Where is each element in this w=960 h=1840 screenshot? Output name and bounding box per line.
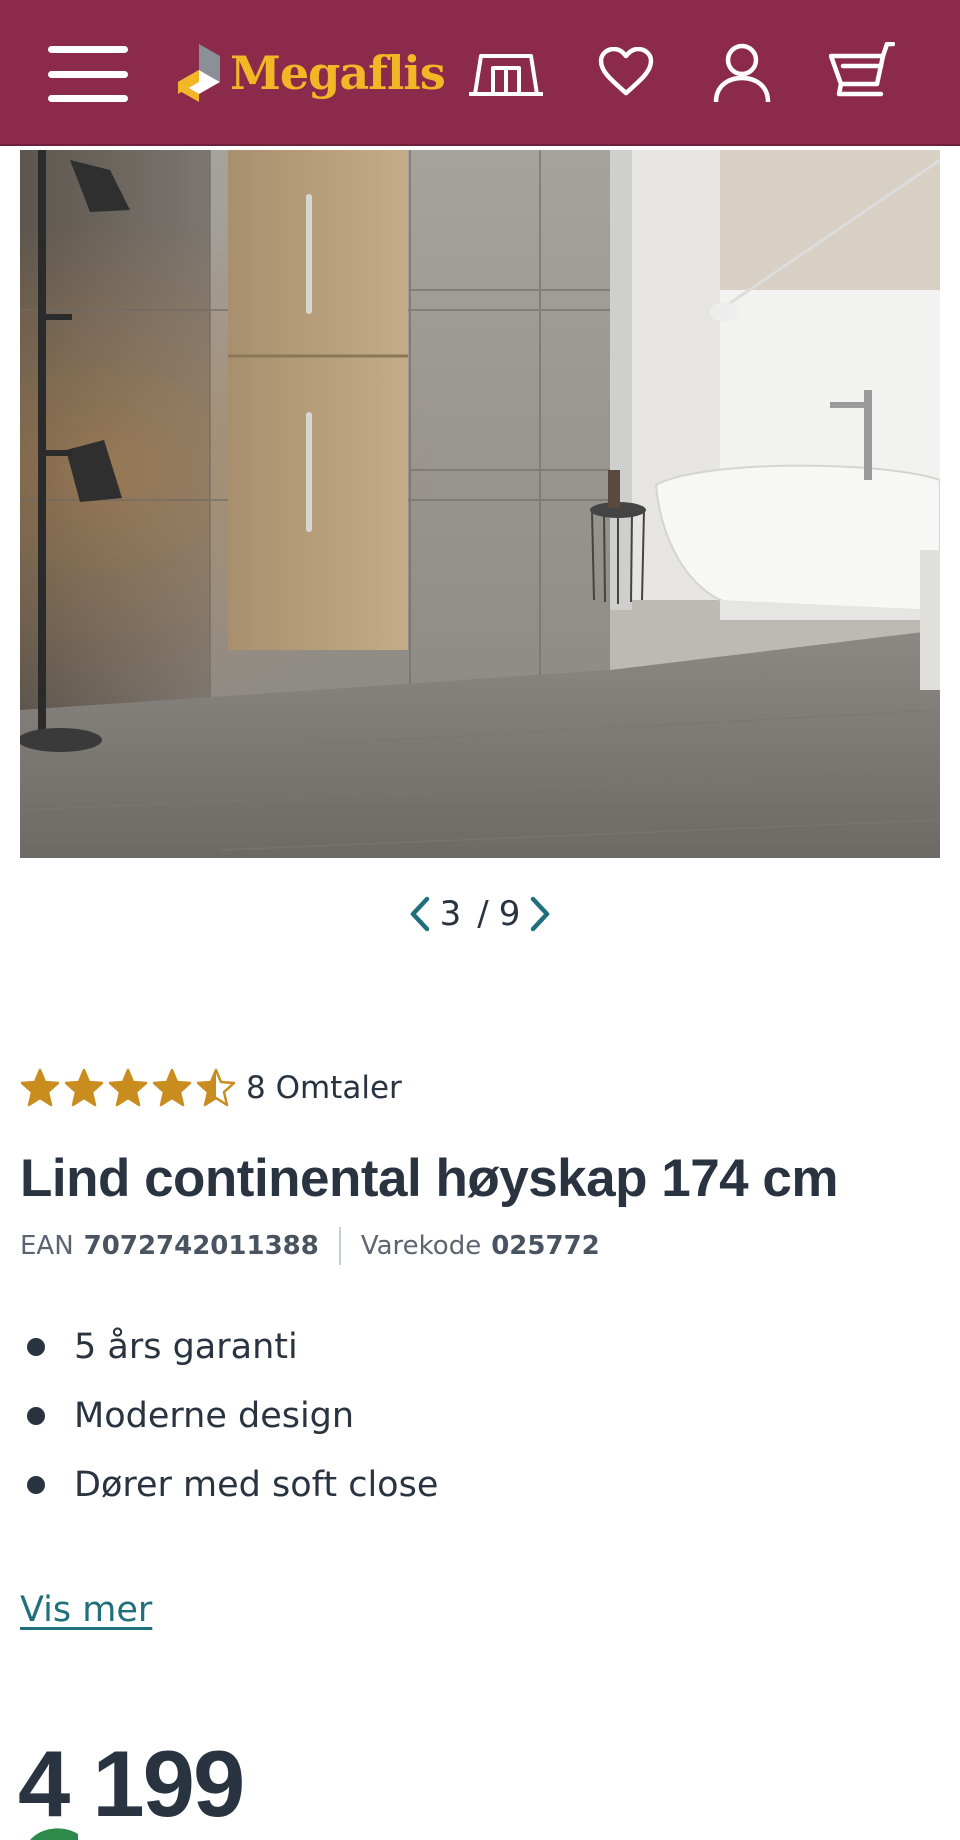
chevron-right-icon [531, 896, 550, 932]
bathroom-photo [20, 150, 940, 858]
star-full-icon [108, 1068, 148, 1107]
feature-item: 5 års garanti [20, 1312, 920, 1381]
show-more-link[interactable]: Vis mer [20, 1590, 152, 1630]
feature-item: Dører med soft close [20, 1450, 920, 1519]
code-value: 025772 [491, 1231, 600, 1261]
product-title: Lind continental høyskap 174 cm [20, 1149, 838, 1208]
gallery-total: 9 [498, 894, 521, 934]
product-codes: EAN 7072742011388 Varekode 025772 [20, 1226, 600, 1266]
brand-name: Megaflis [230, 46, 446, 100]
star-half-icon [196, 1068, 236, 1107]
logo-cube-icon [178, 44, 220, 102]
star-full-icon [20, 1068, 60, 1107]
ean-value: 7072742011388 [83, 1231, 319, 1261]
product-rating[interactable]: 8 Omtaler [20, 1064, 402, 1112]
product-page: Megaflis 3 / 9 8 Omtaler Lind continenta… [0, 0, 960, 1840]
star-full-icon [64, 1068, 104, 1107]
favorites-button[interactable] [594, 42, 658, 102]
gallery-separator: / [477, 894, 489, 934]
heart-icon [598, 47, 654, 96]
user-icon [713, 43, 771, 103]
product-price: 4 199 [18, 1731, 245, 1836]
code-label: Varekode [360, 1231, 482, 1261]
chevron-left-icon [410, 896, 429, 932]
gallery-next-button[interactable] [520, 890, 560, 938]
menu-icon-bar [48, 70, 128, 78]
menu-button[interactable] [44, 40, 132, 108]
bullet-icon [27, 1475, 45, 1494]
showroom-button[interactable] [466, 44, 546, 104]
menu-icon-bar [48, 95, 128, 102]
feature-text: Moderne design [74, 1395, 355, 1436]
review-count: 8 Omtaler [246, 1070, 402, 1106]
cart-button[interactable] [826, 40, 898, 106]
feature-list: 5 års garanti Moderne design Dører med s… [20, 1312, 920, 1519]
site-header: Megaflis [0, 0, 960, 146]
rating-stars [20, 1068, 236, 1108]
star-full-icon [152, 1068, 192, 1107]
codes-divider [338, 1227, 341, 1265]
account-button[interactable] [710, 40, 774, 106]
feature-item: Moderne design [20, 1381, 920, 1450]
ean-label: EAN [20, 1231, 74, 1261]
gallery-prev-button[interactable] [400, 890, 440, 938]
bullet-icon [27, 1337, 45, 1356]
gallery-pager: 3 / 9 [380, 882, 580, 946]
feature-text: 5 års garanti [74, 1326, 298, 1367]
product-image[interactable] [20, 150, 940, 858]
feature-text: Dører med soft close [74, 1464, 439, 1505]
cart-icon [829, 42, 895, 97]
gallery-current: 3 [439, 894, 462, 934]
leaf-icon [30, 1828, 78, 1840]
brand-logo[interactable]: Megaflis [176, 38, 446, 108]
menu-icon-bar [48, 46, 128, 53]
bullet-icon [27, 1406, 45, 1425]
showroom-icon [469, 54, 543, 96]
